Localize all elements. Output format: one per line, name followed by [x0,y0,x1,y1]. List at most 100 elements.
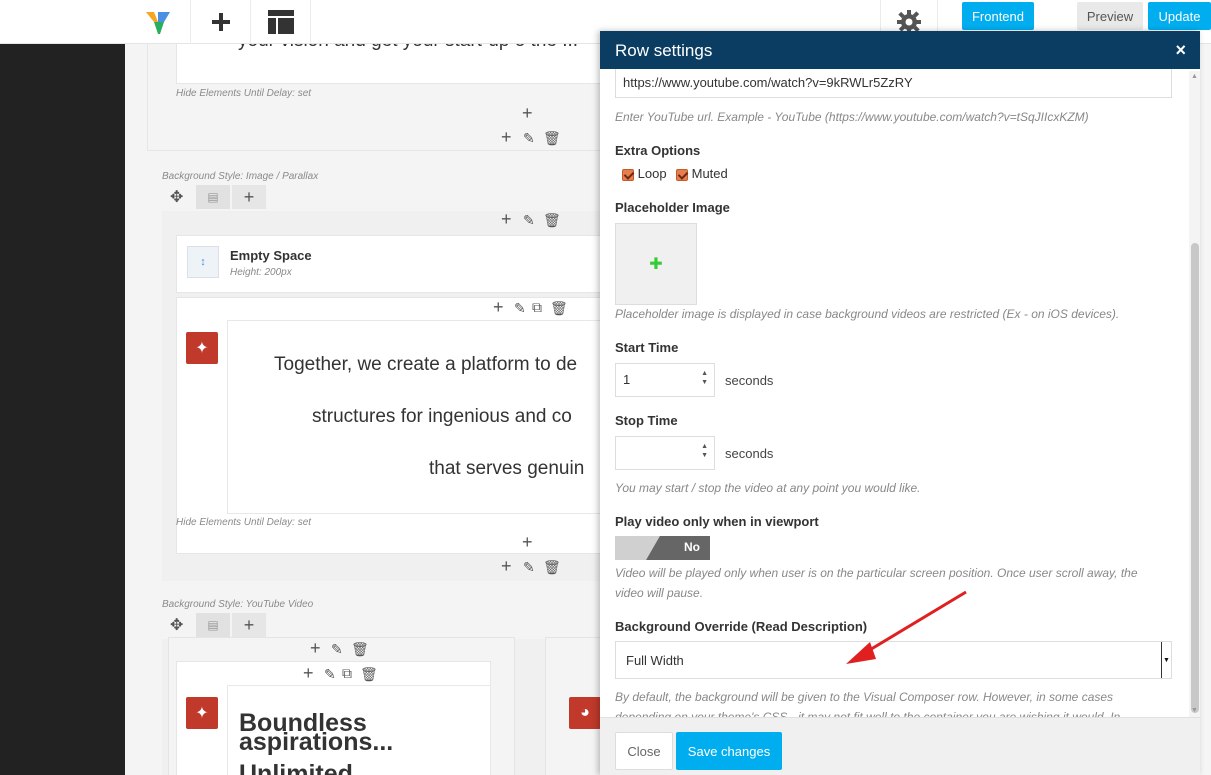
close-button[interactable]: Close [615,732,673,770]
youtube-url-description: Enter YouTube url. Example - YouTube (ht… [615,110,1089,124]
scroll-up-icon[interactable]: ▲ [1191,73,1198,80]
empty-space-title: Empty Space [230,248,312,263]
row-controls-1: ✥ ▤ + [162,185,266,209]
spinner-arrows-icon[interactable]: ▲ ▼ [701,442,708,460]
start-time-value: 1 [623,372,631,387]
loop-checkbox[interactable]: Loop [622,166,667,181]
scrollbar-thumb[interactable] [1191,243,1199,713]
placeholder-description: Placeholder image is displayed in case b… [615,307,1120,321]
add-element-button[interactable] [191,0,251,44]
muted-label: Muted [691,166,728,181]
edit-pencil-icon[interactable]: ✎ [523,212,535,229]
edit-pencil-icon[interactable]: ✎ [331,641,343,658]
edit-pencil-icon[interactable]: ✎ [324,666,336,683]
vc-logo-icon [145,12,170,34]
toggle-state-label: No [684,540,700,554]
clone-icon[interactable]: ⧉ [342,665,352,682]
start-time-input[interactable]: 1 ▲ ▼ [615,363,715,397]
youtube-url-input[interactable]: https://www.youtube.com/watch?v=9kRWLr5Z… [615,69,1172,98]
bg-style-label-1: Background Style: Image / Parallax [162,171,319,182]
hide-delay-label-2: Hide Elements Until Delay: set [176,517,312,528]
delete-trash-icon[interactable]: 🗑 [543,130,561,147]
text-line-1: Together, we create a platform to de [274,354,578,375]
checkbox-checked-icon [622,168,634,181]
column-layout-icon[interactable]: ▤ [196,613,230,637]
delete-trash-icon[interactable]: 🗑 [550,300,568,317]
preview-button[interactable]: Preview [1077,2,1143,30]
heading-line-3: Unlimited [239,760,353,775]
viewport-label: Play video only when in viewport [615,514,819,529]
left-sidebar [0,44,125,775]
modal-footer: Close Save changes [600,717,1200,775]
templates-button[interactable] [251,0,311,44]
partial-heading: your vision and get your start-up o the … [238,44,578,52]
text-block-icon[interactable]: ◕ [569,697,601,729]
add-icon[interactable]: + [522,533,533,551]
logo-cell [125,0,191,44]
add-icon[interactable]: + [522,104,533,122]
stop-time-input[interactable]: ▲ ▼ [615,436,715,470]
delete-trash-icon[interactable]: 🗑 [351,641,369,658]
add-icon[interactable]: + [310,639,321,657]
add-icon[interactable]: + [232,185,266,209]
text-line-2: structures for ingenious and co [312,406,572,427]
spinner-arrows-icon[interactable]: ▲ ▼ [701,369,708,387]
clone-icon[interactable]: ⧉ [532,299,542,316]
override-description-2: depending on your theme's CSS - it may n… [615,710,1121,717]
start-time-label: Start Time [615,340,679,355]
empty-space-icon: ↕ [187,246,219,278]
toggle-switch-knob [646,536,710,560]
frontend-button[interactable]: Frontend [962,2,1034,30]
viewport-toggle[interactable]: No [615,536,710,560]
stop-time-unit: seconds [725,446,774,461]
add-image-icon: ✚ [649,256,663,273]
add-element-icon [211,13,230,31]
close-icon[interactable]: × [1175,40,1186,61]
delete-trash-icon[interactable]: 🗑 [360,666,378,683]
text-block-icon[interactable]: ✦ [186,697,218,729]
move-icon[interactable]: ✥ [170,187,183,207]
move-icon[interactable]: ✥ [170,615,183,635]
modal-body: https://www.youtube.com/watch?v=9kRWLr5Z… [600,69,1200,717]
checkbox-checked-icon [676,168,688,181]
override-label: Background Override (Read Description) [615,619,868,634]
add-icon[interactable]: + [232,613,266,637]
hide-delay-label-1: Hide Elements Until Delay: set [176,88,312,99]
chevron-down-icon: ▼ [1161,642,1171,678]
save-changes-button[interactable]: Save changes [676,732,782,770]
stop-time-label: Stop Time [615,413,678,428]
placeholder-image-picker[interactable]: ✚ [615,223,697,305]
delete-trash-icon[interactable]: 🗑 [543,212,561,229]
heading-line-2: aspirations... [239,728,394,756]
bg-style-label-2: Background Style: YouTube Video [162,599,314,610]
edit-pencil-icon[interactable]: ✎ [523,130,535,147]
extra-options-label: Extra Options [615,143,701,158]
modal-scrollbar[interactable]: ▲ ▼ [1189,71,1200,719]
add-icon[interactable]: + [501,128,512,146]
placeholder-image-label: Placeholder Image [615,200,730,215]
viewport-description-2: video will pause. [615,586,704,600]
override-value: Full Width [626,653,684,668]
right-edge [1200,44,1211,775]
column-layout-icon[interactable]: ▤ [196,185,230,209]
delete-trash-icon[interactable]: 🗑 [543,559,561,576]
edit-pencil-icon[interactable]: ✎ [514,300,526,317]
modal-header: Row settings × [600,31,1200,69]
muted-checkbox[interactable]: Muted [676,166,728,181]
edit-pencil-icon[interactable]: ✎ [523,559,535,576]
add-icon[interactable]: + [493,298,504,316]
override-select[interactable]: Full Width ▼ [615,641,1172,679]
time-description: You may start / stop the video at any po… [615,481,921,495]
scroll-down-icon[interactable]: ▼ [1191,707,1198,714]
text-block-icon[interactable]: ✦ [186,332,218,364]
empty-space-meta: Height: 200px [230,267,292,278]
add-icon[interactable]: + [501,557,512,575]
row-controls-2: ✥ ▤ + [162,613,266,637]
add-icon[interactable]: + [501,210,512,228]
viewport-description-1: Video will be played only when user is o… [615,566,1138,580]
loop-label: Loop [637,166,667,181]
update-button[interactable]: Update [1148,2,1211,30]
add-icon[interactable]: + [303,664,314,682]
text-line-3: that serves genuin [429,458,585,479]
override-description-1: By default, the background will be given… [615,690,1114,704]
